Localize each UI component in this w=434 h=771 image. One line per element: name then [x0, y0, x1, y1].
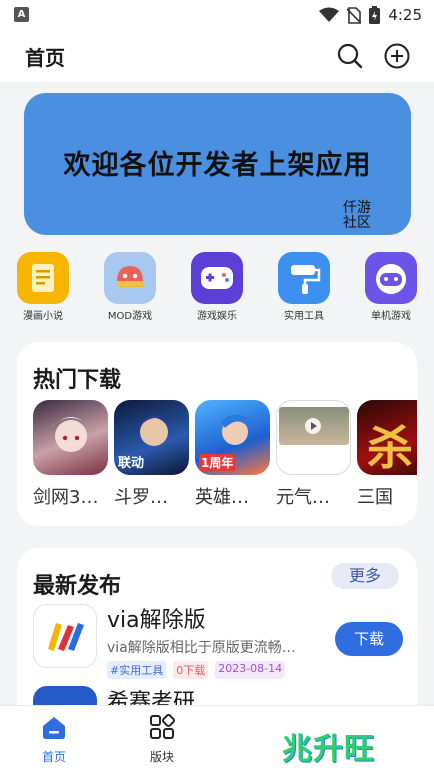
banner-signature: 仟游社区 — [343, 200, 371, 231]
more-button[interactable]: 更多 — [331, 563, 399, 589]
hot-downloads-card: 热门下载 剑网3… 联动 斗罗… 1周年 英雄… 元气… 杀 三国 — [17, 342, 417, 526]
book-icon — [17, 252, 69, 304]
app-tags: #实用工具 0下载 2023-08-14 — [107, 661, 286, 679]
app-name: via解除版 — [107, 608, 206, 633]
watermark-logo: 兆升旺 — [282, 732, 375, 767]
app-list-item[interactable]: via解除版 via解除版相比于原版更流畅… #实用工具 0下载 2023-08… — [33, 604, 403, 679]
gamepad-icon — [191, 252, 243, 304]
category-game-entertainment[interactable]: 游戏娱乐 — [174, 252, 260, 322]
category-tag[interactable]: #实用工具 — [107, 661, 167, 679]
paint-roller-icon — [278, 252, 330, 304]
app-description: via解除版相比于原版更流畅… — [107, 640, 296, 656]
hot-app-badge: 1周年 — [199, 454, 236, 471]
nav-home-label: 首页 — [41, 750, 66, 764]
mod-game-icon — [104, 252, 156, 304]
hot-app-name: 英雄… — [195, 487, 249, 508]
douluo-app-icon: 联动 — [114, 400, 189, 475]
wifi-icon — [319, 7, 340, 22]
status-bar: A 4:25 — [0, 0, 434, 30]
top-bar: 首页 — [0, 30, 434, 82]
blocks-icon — [150, 713, 176, 739]
category-row: 漫画小说 MOD游戏 游戏娱乐 实用工具 单机游戏 — [0, 252, 434, 322]
download-count-tag: 0下载 — [173, 661, 209, 679]
hot-app-item[interactable]: 剑网3… — [33, 400, 108, 509]
banner-text: 欢迎各位开发者上架应用 — [63, 150, 372, 181]
page-title: 首页 — [25, 46, 65, 70]
plus-circle-icon — [384, 43, 410, 69]
category-label: MOD游戏 — [107, 311, 153, 322]
add-button[interactable] — [383, 42, 411, 70]
hot-app-item[interactable]: 联动 斗罗… — [114, 400, 189, 509]
battery-charging-icon — [369, 6, 381, 24]
hot-app-item[interactable]: 1周年 英雄… — [195, 400, 270, 509]
jianwang3-app-icon — [33, 400, 108, 475]
nav-blocks-label: 版块 — [149, 750, 174, 764]
category-label: 实用工具 — [284, 311, 324, 322]
hot-app-item[interactable]: 杀 三国 — [357, 400, 417, 509]
search-icon — [337, 43, 363, 69]
hot-app-name: 斗罗… — [114, 487, 168, 508]
hot-downloads-title: 热门下载 — [33, 368, 122, 393]
search-button[interactable] — [336, 42, 364, 70]
system-icons: 4:25 — [319, 5, 422, 25]
clock: 4:25 — [388, 6, 422, 24]
category-label: 游戏娱乐 — [197, 311, 237, 322]
sanguo-glyph: 杀 — [367, 421, 413, 475]
home-icon — [43, 717, 65, 739]
promo-banner[interactable]: 欢迎各位开发者上架应用 仟游社区 — [24, 93, 411, 235]
category-offline-games[interactable]: 单机游戏 — [348, 252, 434, 322]
hot-app-name: 剑网3… — [33, 487, 99, 508]
latest-releases-title: 最新发布 — [33, 574, 122, 599]
nav-blocks[interactable]: 版块 — [122, 713, 202, 765]
download-button[interactable]: 下载 — [335, 622, 403, 656]
category-mod-games[interactable]: MOD游戏 — [87, 252, 173, 322]
sanguo-app-icon: 杀 — [357, 400, 417, 475]
date-tag: 2023-08-14 — [215, 661, 286, 679]
bottom-nav: 首页 版块 兆升旺 — [0, 705, 434, 771]
nav-home[interactable]: 首页 — [14, 714, 94, 765]
hot-app-name: 三国 — [357, 487, 393, 508]
hot-app-badge: 联动 — [118, 456, 145, 471]
notification-app-icon: A — [14, 7, 29, 22]
hot-app-name: 元气… — [276, 487, 330, 508]
via-app-icon — [33, 604, 97, 668]
no-sim-icon — [347, 6, 362, 24]
yuanqi-app-icon — [276, 400, 351, 475]
category-comics[interactable]: 漫画小说 — [0, 252, 86, 322]
controller-icon — [365, 252, 417, 304]
category-label: 漫画小说 — [23, 311, 63, 322]
hot-app-item[interactable]: 元气… — [276, 400, 351, 509]
yingxiong-app-icon: 1周年 — [195, 400, 270, 475]
category-utilities[interactable]: 实用工具 — [261, 252, 347, 322]
category-label: 单机游戏 — [371, 311, 411, 322]
